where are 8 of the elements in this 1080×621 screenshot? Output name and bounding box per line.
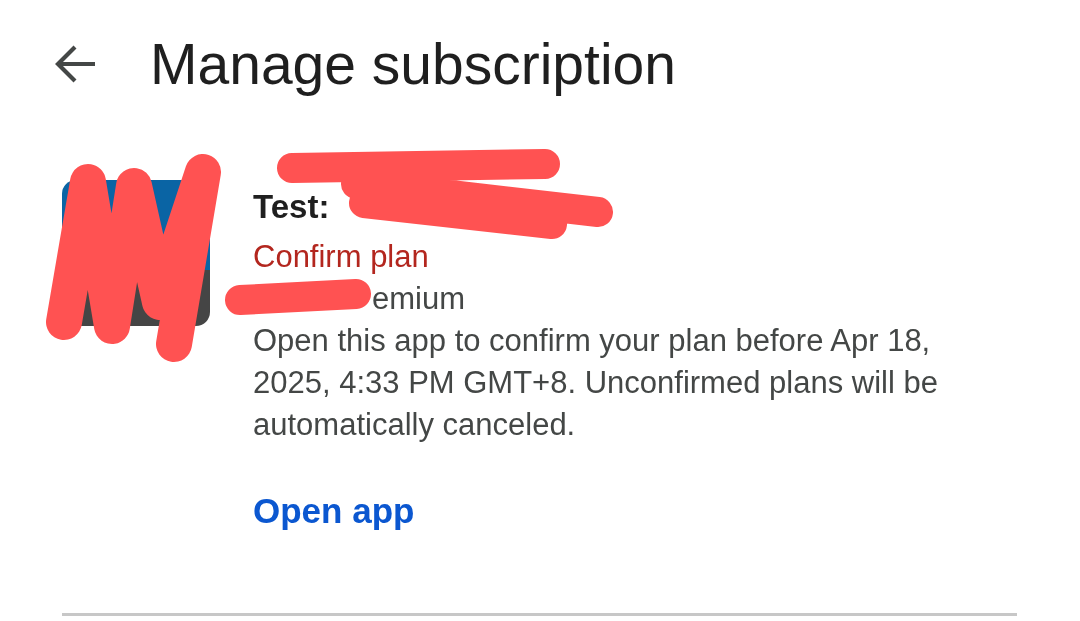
subscription-name: Test: [253, 187, 330, 227]
confirm-message: Open this app to confirm your plan before Apr 18, 2025, 4:33 PM GMT+8. Unconfirmed plans will be automatically canceled. [253, 322, 939, 444]
open-app-link[interactable]: Open app [253, 487, 415, 535]
back-arrow-icon [54, 44, 96, 84]
page-title: Manage subscription [150, 31, 676, 97]
subscription-status: Confirm plan [253, 238, 429, 276]
plan-name: emium [372, 280, 465, 318]
app-icon [62, 180, 210, 326]
